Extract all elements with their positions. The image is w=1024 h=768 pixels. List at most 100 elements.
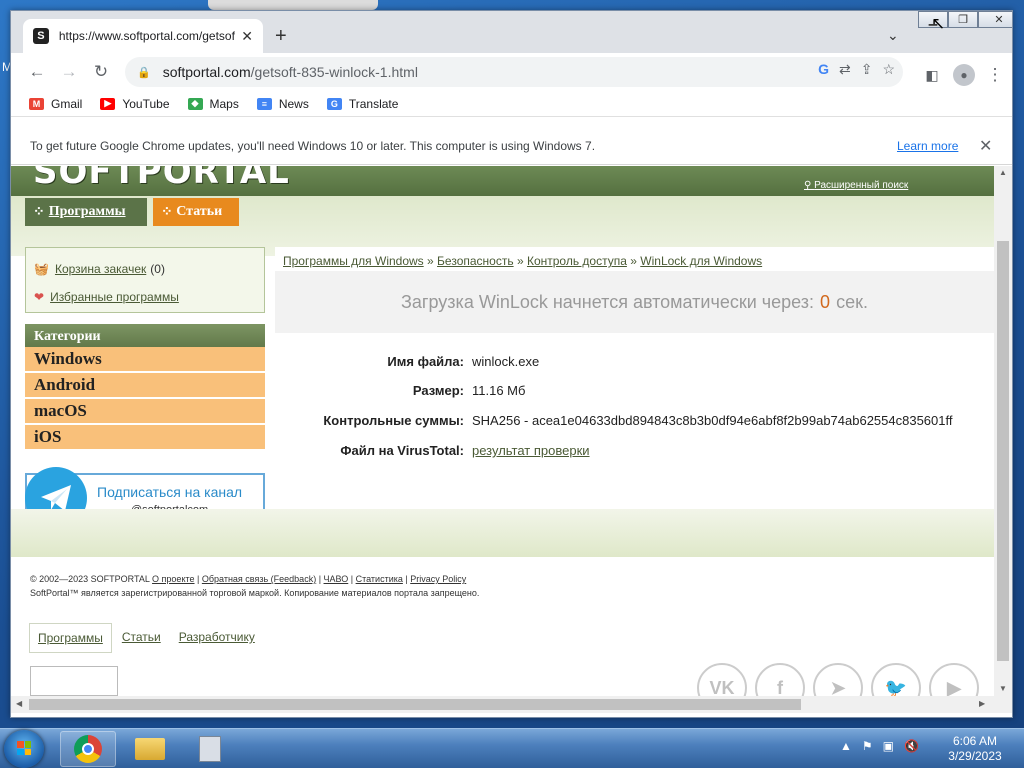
categories-heading: Категории xyxy=(25,324,265,347)
horizontal-scroll-thumb[interactable] xyxy=(29,699,801,710)
bookmark-translate[interactable]: G Translate xyxy=(326,96,399,111)
close-window-button[interactable]: ✕ xyxy=(978,11,1012,28)
bookmark-youtube[interactable]: ▶ YouTube xyxy=(100,96,170,111)
cart-box: 🧺 Корзина закачек (0) ❤ Избранные програ… xyxy=(25,247,265,313)
network-icon[interactable]: ▣ xyxy=(883,739,894,753)
footer-tabs: Программы Статьи Разработчику xyxy=(29,623,265,653)
background-window-edge xyxy=(208,0,378,10)
maximize-button[interactable]: ❐ xyxy=(948,11,978,28)
youtube-icon[interactable]: ▶ xyxy=(929,663,979,696)
start-button[interactable] xyxy=(4,730,44,768)
footer-links: © 2002—2023 SOFTPORTAL О проекте | Обрат… xyxy=(30,574,467,584)
bookmark-gmail[interactable]: M Gmail xyxy=(29,97,82,111)
file-info-label: Имя файла: xyxy=(387,354,464,369)
advanced-search-label: Расширенный поиск xyxy=(814,180,909,191)
taskbar-calculator[interactable] xyxy=(182,731,238,767)
footer-tab-programs[interactable]: Программы xyxy=(29,623,112,653)
address-bar[interactable]: 🔒 softportal.com/getsoft-835-winlock-1.h… xyxy=(125,57,903,87)
breadcrumb-separator: » xyxy=(516,254,524,268)
web-page: SOFTPORTAL ⚲ Расширенный поиск ⁘ Программ… xyxy=(11,166,994,696)
footer-link[interactable]: Privacy Policy xyxy=(410,574,466,584)
bookmark-label: Translate xyxy=(348,96,399,111)
vertical-scroll-thumb[interactable] xyxy=(997,241,1009,661)
file-info-value: SHA256 - acea1e04633dbd894843c8b3b0df94e… xyxy=(472,413,953,428)
breadcrumb-item[interactable]: Контроль доступа xyxy=(527,254,627,268)
bookmark-maps[interactable]: ◆ Maps xyxy=(187,96,239,111)
scroll-down-icon[interactable]: ▼ xyxy=(999,684,1007,693)
twitter-icon[interactable]: 🐦 xyxy=(871,663,921,696)
file-info-value: winlock.exe xyxy=(472,354,540,369)
breadcrumb-item[interactable]: Безопасность xyxy=(437,254,514,268)
virustotal-link[interactable]: результат проверки xyxy=(472,443,590,458)
side-panel-icon[interactable]: ◧ xyxy=(920,59,944,91)
share-icon[interactable]: ⇪ xyxy=(861,61,873,78)
file-size-row: Размер: 11.16 Мб xyxy=(275,383,994,401)
maps-icon: ◆ xyxy=(187,97,203,110)
profile-button[interactable]: ● xyxy=(950,59,978,91)
file-name-row: Имя файла: winlock.exe xyxy=(275,354,994,372)
bookmark-label: YouTube xyxy=(122,96,170,111)
forward-icon[interactable]: → xyxy=(53,56,85,88)
countdown-seconds: 0 xyxy=(820,291,831,312)
youtube-icon: ▶ xyxy=(100,97,116,110)
telegram-icon[interactable]: ➤ xyxy=(813,663,863,696)
update-infobar: To get future Google Chrome updates, you… xyxy=(11,127,1012,165)
tab-softportal[interactable]: S https://www.softportal.com/getsoft ✕ xyxy=(23,19,263,53)
bookmark-star-icon[interactable]: ☆ xyxy=(882,61,895,78)
chrome-icon xyxy=(74,735,102,763)
taskbar-chrome[interactable] xyxy=(60,731,116,767)
breadcrumb-item[interactable]: WinLock для Windows xyxy=(640,254,762,268)
menu-kebab-icon[interactable]: ⋮ xyxy=(984,59,1006,91)
advanced-search-link[interactable]: ⚲ Расширенный поиск xyxy=(804,180,908,191)
tray-expand-icon[interactable]: ▲ xyxy=(840,739,852,753)
browser-toolbar: ← → ↻ 🔒 softportal.com/getsoft-835-winlo… xyxy=(11,53,1012,91)
clock[interactable]: 6:06 AM 3/29/2023 xyxy=(940,734,1010,764)
vertical-scrollbar[interactable]: ▲ ▼ xyxy=(994,166,1012,696)
nav-articles-tab[interactable]: ⁘ Статьи xyxy=(153,198,239,226)
lock-icon[interactable]: 🔒 xyxy=(137,66,151,79)
download-countdown: Загрузка WinLock начнется автоматически … xyxy=(275,271,994,333)
facebook-icon[interactable]: f xyxy=(755,663,805,696)
breadcrumb-item[interactable]: Программы для Windows xyxy=(283,254,424,268)
volume-icon[interactable]: 🔇 xyxy=(904,739,919,753)
reload-icon[interactable]: ↻ xyxy=(85,56,117,88)
action-center-icon[interactable]: ⚑ xyxy=(862,739,873,753)
tab-search-icon[interactable]: ⌄ xyxy=(887,27,899,44)
vk-icon[interactable]: VK xyxy=(697,663,747,696)
category-macos[interactable]: macOS xyxy=(25,399,265,424)
category-windows[interactable]: Windows xyxy=(25,347,265,372)
favorites-link[interactable]: Избранные программы xyxy=(50,290,179,304)
scroll-up-icon[interactable]: ▲ xyxy=(999,168,1007,177)
copyright-text: © 2002—2023 SOFTPORTAL xyxy=(30,574,150,584)
learn-more-link[interactable]: Learn more xyxy=(897,139,958,153)
footer-link[interactable]: О проекте xyxy=(152,574,194,584)
footer-link[interactable]: ЧАВО xyxy=(324,574,349,584)
taskbar-explorer[interactable] xyxy=(122,731,178,767)
site-logo[interactable]: SOFTPORTAL xyxy=(33,166,290,192)
url-host: softportal.com xyxy=(162,64,251,80)
download-cart-link[interactable]: Корзина закачек xyxy=(55,262,146,276)
tab-close-icon[interactable]: ✕ xyxy=(241,28,253,45)
scroll-left-icon[interactable]: ◀ xyxy=(16,699,22,708)
download-panel: Программы для Windows » Безопасность » К… xyxy=(275,247,994,509)
nav-programs-tab[interactable]: ⁘ Программы xyxy=(25,198,147,226)
footer-link[interactable]: Обратная связь (Feedback) xyxy=(202,574,316,584)
category-ios[interactable]: iOS xyxy=(25,425,265,450)
google-lens-icon[interactable]: G xyxy=(818,61,829,78)
bookmark-news[interactable]: ≡ News xyxy=(256,97,309,111)
gmail-icon: M xyxy=(29,97,44,110)
system-tray: ▲ ⚑ ▣ 🔇 xyxy=(840,739,919,753)
new-tab-button[interactable]: + xyxy=(275,25,287,48)
scroll-right-icon[interactable]: ▶ xyxy=(979,699,985,708)
horizontal-scrollbar[interactable]: ◀ ▶ xyxy=(11,696,1012,713)
category-android[interactable]: Android xyxy=(25,373,265,398)
footer-link[interactable]: Статистика xyxy=(356,574,403,584)
infobar-close-icon[interactable]: ✕ xyxy=(979,136,992,156)
back-icon[interactable]: ← xyxy=(21,56,53,88)
bookmark-label: Maps xyxy=(209,96,239,111)
footer-tab-articles[interactable]: Статьи xyxy=(114,623,169,653)
footer-tab-developer[interactable]: Разработчику xyxy=(171,623,263,653)
file-info-label: Контрольные суммы: xyxy=(323,413,464,428)
avatar: ● xyxy=(953,64,975,86)
translate-page-icon[interactable]: ⇄ xyxy=(839,61,851,78)
